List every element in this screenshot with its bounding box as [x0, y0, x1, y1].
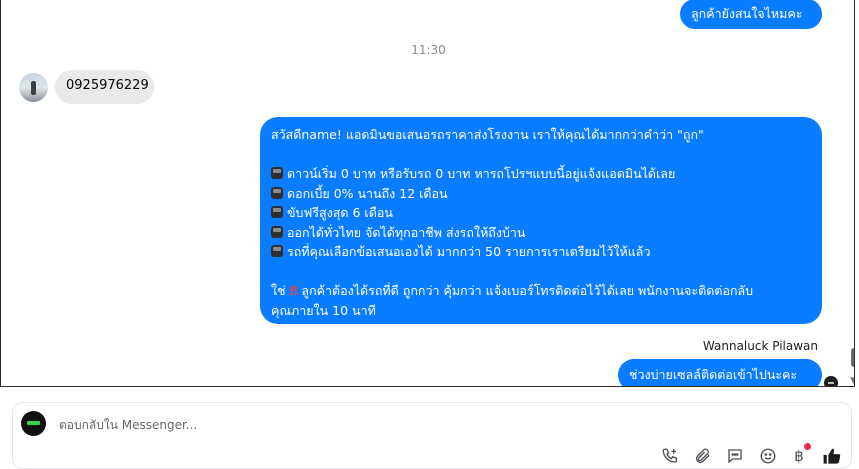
timestamp-separator: 11:30 [411, 43, 446, 57]
chat-template-icon[interactable] [725, 446, 745, 466]
phone-plus-icon[interactable] [660, 446, 680, 466]
message-bubble-outgoing-promo[interactable]: สวัสดีname! แอดมินขอเสนอรถราคาส่งโรงงาน … [260, 117, 822, 324]
car-emoji-icon [271, 206, 283, 218]
promo-bullet: รถที่คุณเลือกข้อเสนอเองได้ มากกว่า 50 รา… [271, 242, 753, 262]
scroll-down-arrow-icon[interactable]: ▼ [850, 376, 854, 386]
promo-bullet: ขับฟรีสูงสุด 6 เดือน [271, 203, 753, 223]
avatar-figure [31, 81, 36, 95]
promo-closing-line2: คุณภายใน 10 นาที [271, 302, 376, 318]
promo-bullet: ดาวน์เริ่ม 0 บาท หรือรับรถ 0 บาท หารถโปร… [271, 164, 753, 184]
promo-bullet: ออกได้ทั่วไทย จัดได้ทุกอาชีพ ส่งรถให้ถึง… [271, 223, 753, 243]
car-emoji-icon [271, 245, 283, 257]
promo-bullet: ดอกเบี้ย 0% นานถึง 12 เดือน [271, 184, 753, 204]
reply-input[interactable]: ตอบกลับใน Messenger... [59, 416, 559, 435]
message-bubble-outgoing-last[interactable]: ช่วงบ่ายเซลล์ติดต่อเข้าไปนะคะ [618, 359, 822, 386]
seen-indicator-avatar [824, 376, 838, 386]
emoji-icon[interactable] [758, 446, 778, 466]
promo-closing: ใช่ ‼ ลูกค้าต้องได้รถที่ดี ถูกกว่า คุ้มก… [271, 283, 754, 298]
message-text: ช่วงบ่ายเซลล์ติดต่อเข้าไปนะคะ [629, 367, 798, 382]
car-emoji-icon [271, 225, 283, 238]
double-exclamation-icon: ‼ [289, 283, 298, 298]
message-composer[interactable]: ตอบกลับใน Messenger... ฿ [12, 402, 852, 469]
promo-greeting: สวัสดีname! แอดมินขอเสนอรถราคาส่งโรงงาน … [271, 127, 704, 142]
car-emoji-icon [271, 167, 283, 179]
like-icon[interactable] [821, 446, 841, 466]
message-bubble-outgoing[interactable]: ลูกค้ายังสนใจไหมคะ [680, 0, 822, 29]
notification-badge [804, 443, 811, 450]
car-emoji-icon [271, 186, 283, 199]
message-text: ลูกค้ายังสนใจไหมคะ [691, 6, 803, 21]
sender-avatar[interactable] [19, 73, 48, 102]
sender-name: Wannaluck Pilawan [702, 339, 818, 353]
paperclip-icon[interactable] [693, 446, 713, 466]
conversation-panel: ลูกค้ายังสนใจไหมคะ 11:30 0925976229 สวัส… [0, 0, 855, 387]
message-bubble-incoming[interactable]: 0925976229 [55, 70, 154, 104]
scrollbar-thumb[interactable] [851, 348, 854, 367]
message-text: 0925976229 [66, 78, 149, 93]
page-avatar [21, 411, 46, 436]
